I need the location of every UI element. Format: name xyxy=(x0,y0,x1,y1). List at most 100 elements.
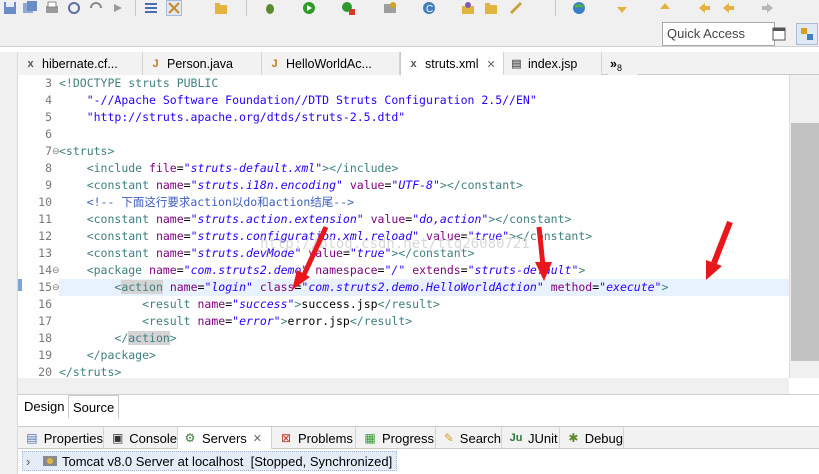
forward-refresh-icon[interactable] xyxy=(88,0,104,16)
code-line: <result name="error">error.jsp</result> xyxy=(142,314,413,328)
attr-value: "success" xyxy=(232,297,295,311)
attr-name: value xyxy=(370,212,406,226)
tab-hibernate-cfg[interactable]: x hibernate.cf... xyxy=(18,52,143,75)
tag-bracket: </ xyxy=(114,331,129,345)
print-icon[interactable] xyxy=(44,0,60,16)
tab-label: Progress xyxy=(382,430,435,446)
back-icon[interactable] xyxy=(696,0,712,16)
tag-name: <constant xyxy=(86,229,150,243)
attr-value: "struts-default" xyxy=(467,263,579,277)
tag-name-highlighted: action xyxy=(128,331,170,345)
attr-value: "/" xyxy=(384,263,406,277)
tab-debug[interactable]: ✱ Debug xyxy=(562,427,624,449)
tab-design[interactable]: Design xyxy=(20,395,70,419)
quick-access-field[interactable]: Quick Access xyxy=(662,22,775,46)
save-all-icon[interactable] xyxy=(22,0,38,16)
tag-end: > xyxy=(661,280,669,294)
debug-icon[interactable] xyxy=(262,0,278,16)
attr-name: name xyxy=(155,212,184,226)
scrollbar-thumb[interactable] xyxy=(791,123,819,361)
code-line: <package name="com.struts2.demo" namespa… xyxy=(86,263,586,277)
attr-value: "execute" xyxy=(599,280,662,294)
tab-label: hibernate.cf... xyxy=(42,56,118,71)
open-type-icon[interactable] xyxy=(460,0,476,16)
back-dropdown-icon[interactable] xyxy=(720,0,736,16)
tag-end: ></constant> xyxy=(439,178,523,192)
tab-person-java[interactable]: J Person.java xyxy=(143,52,262,75)
open-perspective-icon[interactable] xyxy=(768,23,790,45)
close-icon[interactable]: ✕ xyxy=(486,58,495,71)
tab-search[interactable]: ✎ Search xyxy=(438,427,502,449)
tab-overflow-button[interactable]: » 8 xyxy=(608,52,638,75)
new-class-icon[interactable]: C xyxy=(421,0,437,16)
folder-icon[interactable] xyxy=(483,0,499,16)
server-row[interactable]: › Tomcat v8.0 Server at localhost [Stopp… xyxy=(22,451,398,471)
attr-name: name xyxy=(197,314,226,328)
tab-properties[interactable]: ▤ Properties xyxy=(20,427,104,449)
close-icon[interactable]: ✕ xyxy=(253,432,262,445)
tab-index-jsp[interactable]: ▤ index.jsp xyxy=(504,52,602,75)
prev-annotation-icon[interactable] xyxy=(657,0,673,16)
attr-name: name xyxy=(155,229,184,243)
tab-helloworldaction[interactable]: J HelloWorldAc... xyxy=(262,52,400,75)
attr-name: name xyxy=(169,280,198,294)
expand-arrow-icon[interactable]: › xyxy=(26,454,40,469)
tab-label: Debug xyxy=(584,430,623,446)
line-number: 11 xyxy=(38,212,52,226)
code-line: </package> xyxy=(59,347,789,364)
line-number: 5 xyxy=(45,110,52,124)
java-ee-perspective-icon[interactable] xyxy=(796,23,818,45)
save-icon[interactable] xyxy=(2,0,18,16)
tag-name: <result xyxy=(142,314,191,328)
attr-value: "struts.action.extension" xyxy=(190,212,364,226)
servers-icon: ⚙ xyxy=(184,431,196,445)
horizontal-scrollbar[interactable] xyxy=(18,378,789,394)
tab-progress[interactable]: ▦ Progress xyxy=(358,427,436,449)
folder-open-icon[interactable] xyxy=(213,0,229,16)
tab-servers[interactable]: ⚙ Servers ✕ xyxy=(178,427,272,449)
globe-icon[interactable] xyxy=(571,0,587,16)
step-icon[interactable] xyxy=(110,0,126,16)
java-browse-icon[interactable] xyxy=(166,0,182,16)
overflow-chevron-icon: » xyxy=(610,56,617,71)
tab-problems[interactable]: ⊠ Problems xyxy=(274,427,356,449)
xml-comment: <!-- 下面这行要求action以do和action结尾--> xyxy=(86,195,355,209)
tag-end: > xyxy=(169,331,177,345)
result-text: success.jsp xyxy=(301,297,378,311)
run-icon[interactable] xyxy=(301,0,317,16)
attr-value: "com.struts2.demo" xyxy=(183,263,309,277)
tab-junit[interactable]: Ju JUnit xyxy=(504,427,560,449)
line-number: 13 xyxy=(38,246,52,260)
tab-label: Properties xyxy=(43,430,103,446)
line-number: 16 xyxy=(38,297,52,311)
next-annotation-icon[interactable] xyxy=(614,0,630,16)
attr-name: extends xyxy=(412,263,461,277)
external-tools-icon[interactable] xyxy=(382,0,398,16)
attr-name: namespace xyxy=(315,263,378,277)
tab-label: Person.java xyxy=(167,56,234,71)
watermark: http://blog.csdn.net/ttq26080721 xyxy=(260,236,530,252)
task-icon[interactable] xyxy=(508,0,524,16)
code-area[interactable]: <!DOCTYPE struts PUBLIC "-//Apache Softw… xyxy=(59,75,789,378)
tab-label: struts.xml xyxy=(425,57,479,71)
xml-source-editor[interactable]: 3 4 5 6 7 ⊖ 8 9 10 11 12 13 14 ⊖ 15 ⊖ 16… xyxy=(18,75,789,378)
tag-end: ></constant> xyxy=(488,212,572,226)
tab-source[interactable]: Source xyxy=(68,395,120,419)
line-number: 17 xyxy=(38,314,52,328)
main-toolbar: C Quick Access xyxy=(0,0,819,47)
vertical-scrollbar[interactable] xyxy=(789,75,819,378)
console-icon: ▣ xyxy=(111,431,124,445)
outline-icon[interactable] xyxy=(143,0,159,16)
stop-run-icon[interactable] xyxy=(340,0,356,16)
attr-name: name xyxy=(155,178,184,192)
forward-icon[interactable] xyxy=(760,0,776,16)
code-line: <constant name="struts.i18n.encoding" va… xyxy=(86,178,523,192)
jsp-file-icon: ▤ xyxy=(511,57,522,70)
line-number: 7 xyxy=(45,144,52,158)
tab-console[interactable]: ▣ Console xyxy=(106,427,178,449)
problems-icon: ⊠ xyxy=(280,431,292,445)
code-line: <!-- 下面这行要求action以do和action结尾--> xyxy=(59,194,789,211)
tab-struts-xml[interactable]: x struts.xml ✕ xyxy=(400,52,504,76)
attr-value: "do,action" xyxy=(412,212,489,226)
refresh-icon[interactable] xyxy=(66,0,82,16)
